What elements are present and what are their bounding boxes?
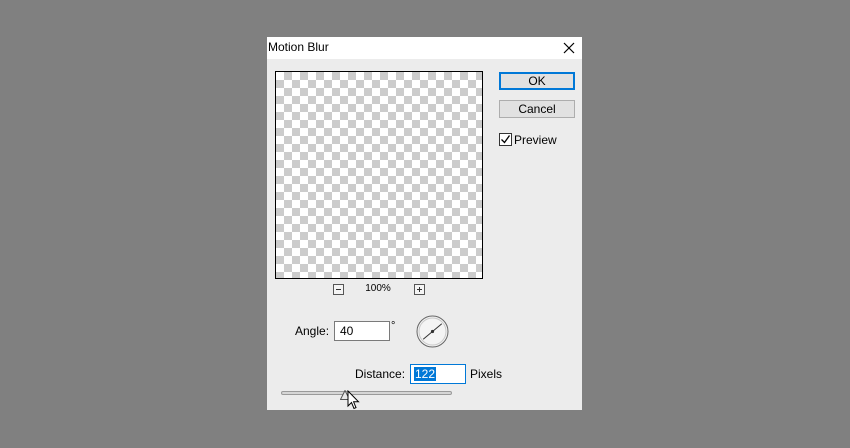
angle-input[interactable]: 40	[334, 321, 390, 341]
distance-label: Distance:	[355, 367, 406, 381]
mouse-pointer-icon	[347, 389, 361, 412]
distance-unit-label: Pixels	[470, 367, 503, 381]
filter-preview-area[interactable]	[275, 71, 483, 279]
title-bar[interactable]: Motion Blur	[267, 37, 582, 59]
motion-blur-dialog: Motion Blur 100% OK Cancel Preview Angle…	[267, 37, 582, 410]
close-icon[interactable]	[560, 39, 578, 57]
cancel-button[interactable]: Cancel	[499, 100, 575, 118]
angle-dial[interactable]	[416, 315, 449, 348]
ok-button[interactable]: OK	[499, 72, 575, 90]
distance-slider[interactable]	[281, 391, 452, 395]
zoom-in-button[interactable]	[414, 284, 425, 295]
preview-checkbox-label: Preview	[514, 133, 557, 147]
degree-symbol: °	[391, 320, 396, 332]
distance-input[interactable]: 122	[410, 364, 466, 384]
zoom-level: 100%	[365, 283, 391, 294]
distance-value-selected: 122	[414, 367, 437, 381]
angle-label: Angle:	[295, 324, 330, 338]
preview-checkbox[interactable]	[499, 133, 512, 146]
dialog-title: Motion Blur	[268, 40, 329, 54]
checkmark-icon	[501, 135, 511, 144]
zoom-out-button[interactable]	[333, 284, 344, 295]
